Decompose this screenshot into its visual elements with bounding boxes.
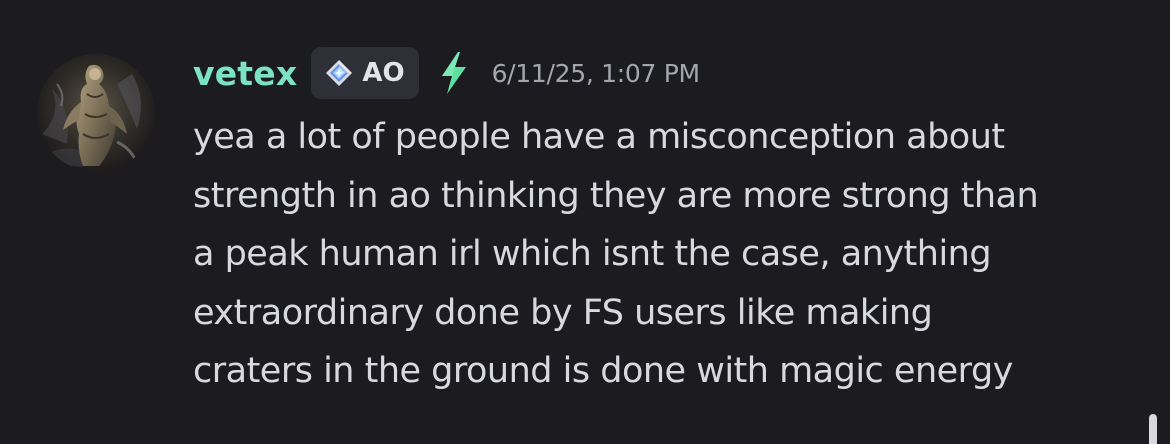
message-text-line: craters in the ground is done with magic… (193, 351, 1013, 392)
message-content: yea a lot of people have a misconception… (193, 108, 1153, 401)
username[interactable]: vetex (193, 57, 297, 90)
message-text-line: a peak human irl which isnt the case, an… (193, 234, 992, 275)
server-tag[interactable]: AO (311, 47, 419, 99)
user-avatar[interactable] (37, 54, 155, 172)
statue-avatar-icon (37, 54, 155, 172)
message-timestamp: 6/11/25, 1:07 PM (491, 58, 701, 88)
lightning-bolt-icon[interactable] (438, 51, 470, 95)
chat-message: vetex AO 6/11/25, 1:07 PM yea a lot of p… (0, 0, 1170, 444)
message-header: vetex AO 6/11/25, 1:07 PM (193, 47, 700, 99)
server-tag-label: AO (362, 58, 405, 88)
message-text-line: yea a lot of people have a misconception… (193, 117, 1005, 157)
scrollbar-thumb[interactable] (1149, 414, 1157, 444)
message-text-line: strength in ao thinking they are more st… (193, 175, 1039, 216)
diamond-sparkle-icon (324, 58, 354, 88)
message-text-line: extraordinary done by FS users like maki… (193, 292, 933, 333)
